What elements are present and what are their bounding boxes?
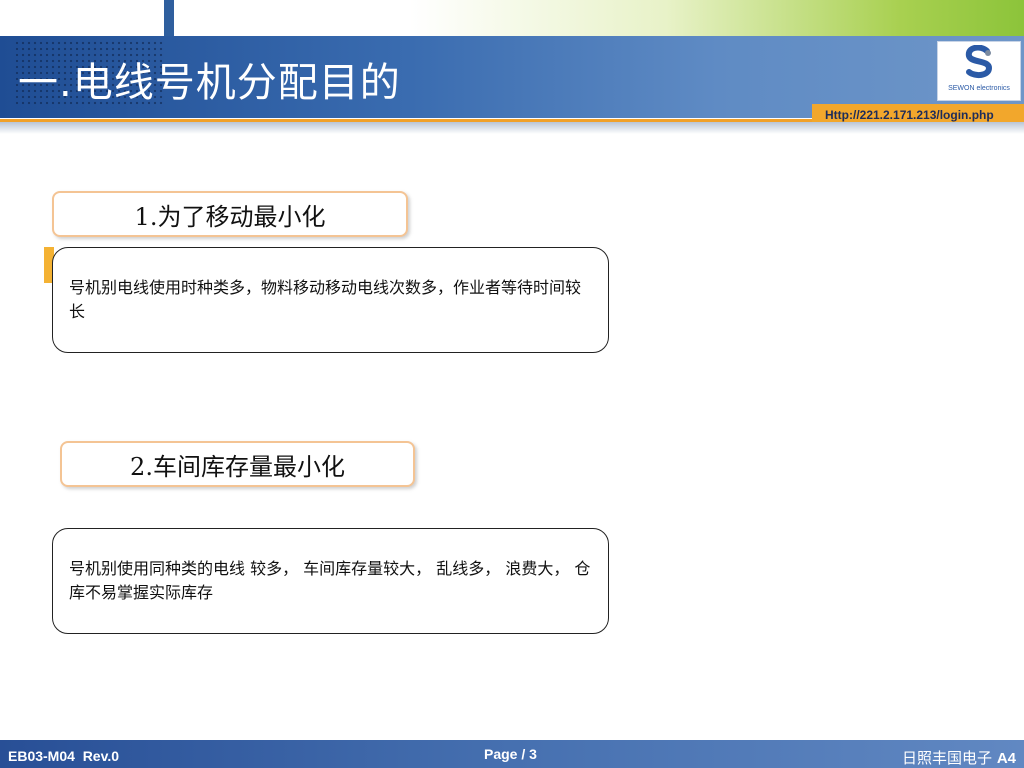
company-name: 日照丰国电子: [902, 749, 993, 767]
doc-code: EB03-M04 Rev.0: [8, 748, 120, 764]
section-heading-2: 2.车间库存量最小化: [60, 441, 415, 487]
top-decor-strip: [0, 0, 1024, 36]
company-suffix: A4: [996, 750, 1016, 767]
decor-bar-blue: [164, 0, 174, 36]
sewon-logo-icon: [965, 45, 993, 79]
page-number: Page / 3: [484, 746, 537, 762]
company-logo: SEWON electronics: [937, 41, 1021, 101]
header-shadow: [0, 122, 1024, 134]
section-body-2: 号机别使用同种类的电线 较多， 车间库存量较大， 乱线多， 浪费大， 仓库不易掌…: [52, 528, 609, 634]
footer-company: 日照丰国电子 A4: [902, 747, 1016, 768]
section-heading-1: 1.为了移动最小化: [52, 191, 408, 237]
url-link[interactable]: Http://221.2.171.213/login.php: [825, 108, 994, 122]
section-body-1: 号机别电线使用时种类多，物料移动移动电线次数多，作业者等待时间较长: [52, 247, 609, 353]
slide-title: 一.电线号机分配目的: [18, 60, 401, 106]
logo-text: SEWON electronics: [948, 85, 1010, 92]
